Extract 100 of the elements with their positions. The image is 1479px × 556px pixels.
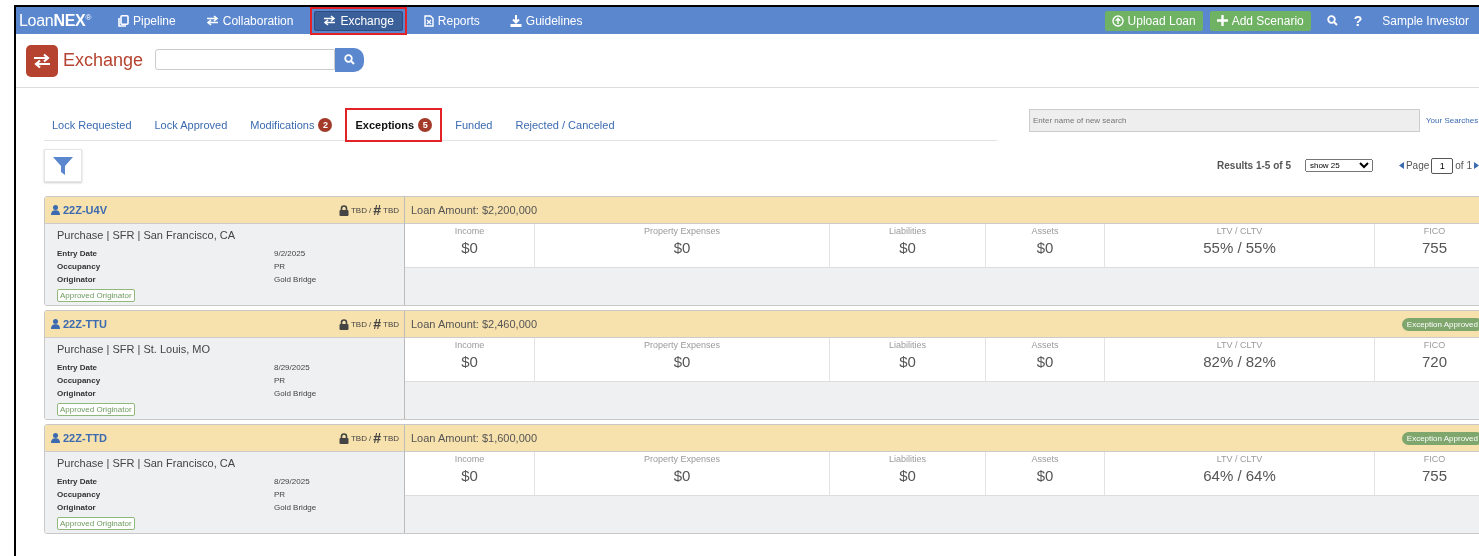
metric-label: FICO bbox=[1423, 226, 1446, 236]
your-searches-link[interactable]: Your Searches bbox=[1420, 109, 1479, 132]
metric-value: $0 bbox=[899, 353, 916, 370]
loan-id-link[interactable]: 22Z-TTD bbox=[51, 432, 107, 444]
metric-label: Liabilities bbox=[889, 454, 926, 464]
metric-label: Income bbox=[454, 226, 485, 236]
lock-icon bbox=[338, 432, 349, 444]
detail-label: Occupancy bbox=[57, 262, 102, 271]
detail-value: PR bbox=[274, 376, 287, 385]
nav-link[interactable]: Collaboration bbox=[196, 10, 303, 31]
search-field[interactable] bbox=[155, 49, 336, 71]
tab[interactable]: Rejected / Canceled bbox=[507, 115, 623, 134]
loan-amount: Loan Amount: $2,460,000 bbox=[411, 318, 537, 330]
loan-amount: Loan Amount: $1,600,000 bbox=[411, 432, 537, 444]
upload-icon bbox=[1111, 14, 1124, 27]
metric-value: $0 bbox=[673, 239, 691, 256]
metric-value: $0 bbox=[461, 467, 478, 484]
metric-label: LTV / CLTV bbox=[1216, 340, 1263, 350]
metric-value: $0 bbox=[1036, 353, 1054, 370]
loan-summary: Purchase | SFR | San Francisco, CA bbox=[57, 457, 237, 469]
help-button[interactable]: ? bbox=[1353, 12, 1363, 29]
loan-summary: Purchase | SFR | San Francisco, CA bbox=[57, 229, 237, 241]
originator-tag: Approved Originator bbox=[57, 289, 135, 302]
metric-value: $0 bbox=[461, 353, 478, 370]
upload-loan-button[interactable]: Upload Loan bbox=[1104, 10, 1203, 31]
page-number-field[interactable]: 1 bbox=[1431, 157, 1454, 174]
detail-label: Originator bbox=[57, 389, 97, 398]
detail-label: Entry Date bbox=[57, 363, 98, 372]
exchange-icon bbox=[323, 15, 337, 26]
detail-value: Gold Bridge bbox=[274, 275, 318, 284]
user-menu[interactable]: Sample Investor bbox=[1382, 13, 1469, 28]
count-badge: 2 bbox=[318, 117, 333, 132]
originator-tag: Approved Originator bbox=[57, 517, 135, 530]
download-icon bbox=[509, 14, 522, 27]
document-icon bbox=[423, 14, 434, 27]
detail-label: Entry Date bbox=[57, 477, 98, 486]
detail-label: Originator bbox=[57, 503, 97, 512]
count-badge: 5 bbox=[418, 117, 433, 132]
detail-label: Occupancy bbox=[57, 376, 102, 385]
page-title: Exchange bbox=[63, 50, 144, 71]
metric-value: 720 bbox=[1422, 353, 1447, 370]
metric-label: Property Expenses bbox=[643, 454, 720, 464]
nav-link[interactable]: Exchange bbox=[314, 10, 403, 31]
tab[interactable]: Lock Requested bbox=[44, 115, 140, 134]
logo[interactable]: LoanNEX$^{®}$ bbox=[19, 11, 91, 30]
copy-icon bbox=[118, 14, 129, 27]
tab[interactable]: Modifications 2 bbox=[242, 114, 341, 135]
metric-label: Property Expenses bbox=[643, 226, 720, 236]
filter-button[interactable] bbox=[44, 149, 82, 182]
detail-value: 9/2/2025 bbox=[274, 249, 307, 258]
metric-label: Assets bbox=[1031, 340, 1059, 350]
metric-value: 82% / 82% bbox=[1203, 353, 1276, 370]
metric-label: LTV / CLTV bbox=[1216, 454, 1263, 464]
search-name-field[interactable]: Enter name of new search bbox=[1029, 109, 1420, 132]
loan-number: TBD bbox=[383, 319, 399, 329]
metric-value: 55% / 55% bbox=[1203, 239, 1276, 256]
lock-status: TBD bbox=[350, 205, 367, 215]
lock-icon bbox=[338, 318, 349, 330]
metric-value: $0 bbox=[673, 467, 691, 484]
previous-page-icon[interactable] bbox=[1398, 162, 1404, 169]
nav-link[interactable]: Guidelines bbox=[500, 10, 592, 31]
detail-value: 8/29/2025 bbox=[274, 477, 311, 486]
metric-label: Assets bbox=[1031, 226, 1059, 236]
person-icon bbox=[51, 319, 60, 329]
exchange-icon bbox=[205, 15, 219, 26]
loan-id-link[interactable]: 22Z-U4V bbox=[51, 204, 108, 216]
metric-value: $0 bbox=[1036, 239, 1054, 256]
detail-value: 8/29/2025 bbox=[274, 363, 311, 372]
metric-value: 755 bbox=[1422, 467, 1447, 484]
tab[interactable]: Funded bbox=[447, 115, 501, 134]
metric-value: 64% / 64% bbox=[1203, 467, 1276, 484]
detail-label: Entry Date bbox=[57, 249, 98, 258]
metric-label: FICO bbox=[1423, 340, 1446, 350]
lock-status: TBD bbox=[350, 319, 367, 329]
tab[interactable]: Lock Approved bbox=[146, 115, 236, 134]
lock-icon bbox=[338, 204, 349, 216]
search-icon[interactable] bbox=[1326, 15, 1338, 26]
number-sign: # bbox=[373, 317, 381, 331]
person-icon bbox=[51, 205, 60, 215]
nav-link[interactable]: Pipeline bbox=[109, 10, 185, 31]
detail-value: PR bbox=[274, 490, 287, 499]
metric-value: 755 bbox=[1422, 239, 1447, 256]
page-total: of 1 bbox=[1455, 160, 1472, 171]
add-scenario-button[interactable]: Add Scenario bbox=[1209, 10, 1311, 31]
tab[interactable]: Exceptions 5 bbox=[347, 109, 441, 140]
page-size-select[interactable]: show 25 bbox=[1304, 159, 1373, 172]
loan-id-link[interactable]: 22Z-TTU bbox=[51, 318, 107, 330]
metric-label: Liabilities bbox=[889, 226, 926, 236]
next-page-icon[interactable] bbox=[1474, 162, 1479, 169]
person-icon bbox=[51, 433, 60, 443]
loan-summary: Purchase | SFR | St. Louis, MO bbox=[57, 343, 212, 355]
filter-icon bbox=[53, 155, 73, 176]
metric-value: $0 bbox=[461, 239, 478, 256]
search-icon bbox=[344, 54, 356, 66]
metric-label: Liabilities bbox=[889, 340, 926, 350]
separator: / bbox=[368, 433, 372, 443]
search-button[interactable] bbox=[335, 47, 365, 72]
metric-value: $0 bbox=[1036, 467, 1054, 484]
nav-link[interactable]: Reports bbox=[414, 10, 489, 31]
detail-label: Originator bbox=[57, 275, 97, 284]
